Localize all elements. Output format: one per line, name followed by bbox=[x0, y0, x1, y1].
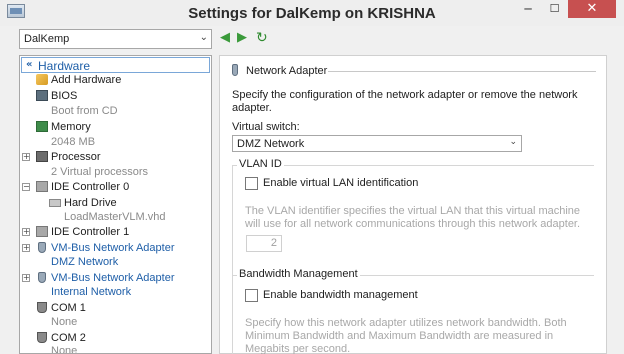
processor-icon bbox=[36, 151, 48, 162]
add-hardware-icon bbox=[36, 74, 48, 85]
chevron-down-icon: ⌄ bbox=[199, 32, 208, 43]
tree-item-label: Processor bbox=[51, 151, 101, 163]
vlan-id-input[interactable]: 2 bbox=[246, 235, 282, 252]
virtual-switch-label: Virtual switch: bbox=[232, 121, 300, 133]
network-adapter-icon bbox=[232, 64, 238, 76]
bandwidth-group-title: Bandwidth Management bbox=[237, 268, 360, 280]
tree-header-hardware[interactable]: « Hardware bbox=[21, 57, 210, 73]
com-port-icon bbox=[37, 302, 47, 313]
chevron-down-icon: ⌄ bbox=[509, 137, 517, 147]
maximize-button[interactable]: ☐ bbox=[541, 0, 568, 18]
tree-item-com-1[interactable]: COM 1 bbox=[20, 301, 209, 315]
tree-item-ide-controller-0[interactable]: − IDE Controller 0 bbox=[20, 180, 209, 194]
virtual-switch-value: DMZ Network bbox=[237, 138, 305, 150]
tree-item-label: VM-Bus Network Adapter bbox=[51, 272, 175, 284]
tree-item-label: IDE Controller 1 bbox=[51, 226, 130, 238]
bandwidth-help-text: Specify how this network adapter utilize… bbox=[245, 317, 567, 354]
collapse-icon[interactable]: « bbox=[26, 59, 32, 70]
hardware-tree[interactable]: « Hardware Add Hardware BIOS Boot from C… bbox=[19, 55, 212, 354]
tree-item-processor[interactable]: + Processor bbox=[20, 150, 209, 164]
tree-item-com-2[interactable]: COM 2 bbox=[20, 331, 209, 345]
ide-controller-icon bbox=[36, 226, 48, 237]
network-adapter-icon bbox=[38, 242, 46, 253]
vlan-help-text: The VLAN identifier specifies the virtua… bbox=[245, 205, 581, 230]
settings-panel: Network Adapter Specify the configuratio… bbox=[219, 55, 607, 354]
back-arrow-icon[interactable]: ◀ bbox=[220, 31, 230, 45]
expand-icon[interactable]: + bbox=[22, 244, 30, 252]
tree-item-hard-drive[interactable]: Hard Drive bbox=[20, 196, 209, 210]
enable-bandwidth-checkbox[interactable] bbox=[245, 289, 258, 302]
hard-drive-icon bbox=[49, 199, 61, 207]
tree-item-ide-controller-1[interactable]: + IDE Controller 1 bbox=[20, 225, 209, 239]
tree-item-label: COM 1 bbox=[51, 302, 86, 314]
virtual-switch-dropdown[interactable]: DMZ Network ⌄ bbox=[232, 135, 522, 152]
expand-icon[interactable]: + bbox=[22, 274, 30, 282]
tree-item-label: Add Hardware bbox=[51, 74, 122, 86]
expand-icon[interactable]: + bbox=[22, 228, 30, 236]
ide-controller-icon bbox=[36, 181, 48, 192]
memory-icon bbox=[36, 121, 48, 132]
tree-item-label: Hard Drive bbox=[64, 197, 117, 209]
tree-item-add-hardware[interactable]: Add Hardware bbox=[20, 73, 209, 87]
com-port-icon bbox=[37, 332, 47, 343]
panel-scrollbar[interactable] bbox=[607, 55, 624, 354]
tree-item-label: VM-Bus Network Adapter bbox=[51, 242, 175, 254]
expand-icon[interactable]: + bbox=[22, 153, 30, 161]
title-bar: Settings for DalKemp on KRISHNA ─ ☐ ✕ bbox=[0, 0, 624, 26]
tree-item-label: Memory bbox=[51, 121, 91, 133]
tree-header-label: Hardware bbox=[38, 59, 91, 73]
minimize-button[interactable]: ─ bbox=[515, 0, 541, 18]
section-description: Specify the configuration of the network… bbox=[232, 89, 578, 114]
vm-selector-value: DalKemp bbox=[24, 33, 70, 45]
tree-item-network-adapter-dmz[interactable]: + VM-Bus Network Adapter bbox=[20, 241, 209, 255]
collapse-icon[interactable]: − bbox=[22, 183, 30, 191]
bandwidth-management-group: Bandwidth Management Enable bandwidth ma… bbox=[232, 268, 594, 354]
section-title: Network Adapter bbox=[246, 65, 328, 77]
enable-bandwidth-label[interactable]: Enable bandwidth management bbox=[263, 289, 418, 301]
tree-item-label: BIOS bbox=[51, 90, 78, 102]
tree-item-network-adapter-internal[interactable]: + VM-Bus Network Adapter bbox=[20, 271, 209, 285]
tree-item-bios[interactable]: BIOS bbox=[20, 89, 209, 103]
bios-icon bbox=[36, 90, 48, 101]
tree-item-label: COM 2 bbox=[51, 332, 86, 344]
tree-item-memory[interactable]: Memory bbox=[20, 120, 209, 134]
enable-vlan-checkbox[interactable] bbox=[245, 177, 258, 190]
forward-arrow-icon[interactable]: ▶ bbox=[237, 31, 247, 45]
section-divider bbox=[328, 71, 596, 72]
network-adapter-icon bbox=[38, 272, 46, 283]
close-button[interactable]: ✕ bbox=[568, 0, 616, 18]
enable-vlan-label[interactable]: Enable virtual LAN identification bbox=[263, 177, 418, 189]
vm-selector-dropdown[interactable]: DalKemp ⌄ bbox=[19, 29, 212, 49]
vlan-group-title: VLAN ID bbox=[237, 158, 284, 170]
tree-item-label: IDE Controller 0 bbox=[51, 181, 130, 193]
refresh-icon[interactable]: ↻ bbox=[256, 31, 268, 45]
